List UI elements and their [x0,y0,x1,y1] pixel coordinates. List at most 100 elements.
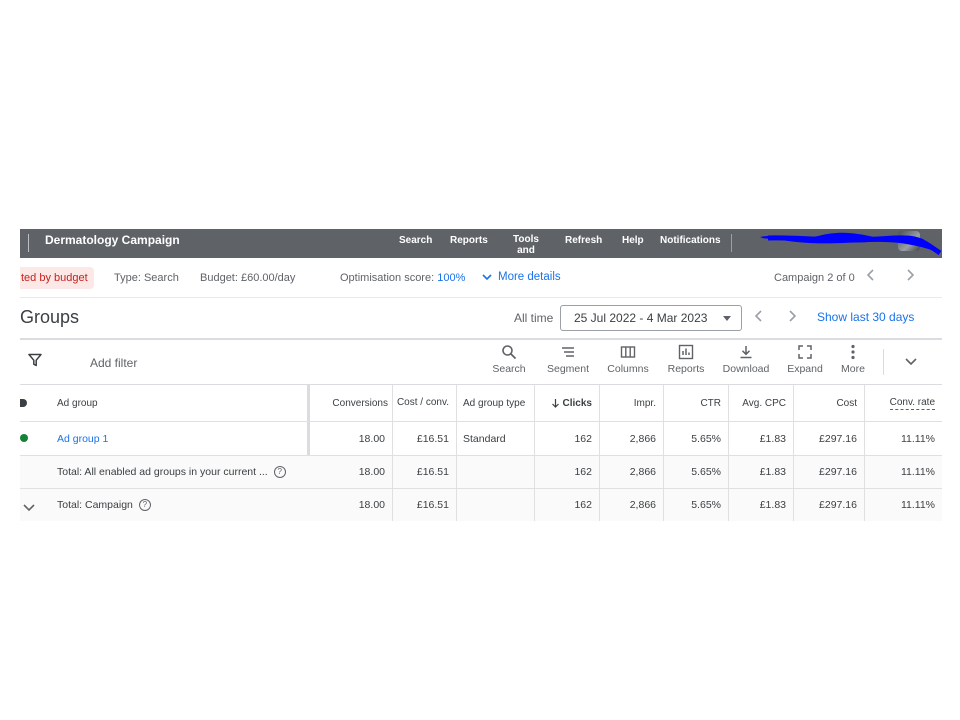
table-row[interactable]: Ad group 1 18.00 £16.51 Standard 162 2,8… [20,422,942,456]
limited-by-budget-badge[interactable]: ted by budget [20,267,94,289]
download-button[interactable]: Download [720,344,772,375]
chevron-left-icon [866,269,874,281]
campaign-title: Dermatology Campaign [45,233,180,247]
ads-screenshot: Dermatology Campaign Search Reports Tool… [20,229,942,521]
download-icon [740,346,752,359]
cell-cost-conv: £16.51 [392,456,456,488]
header-conv-rate[interactable]: Conv. rate [864,385,942,421]
expand-totals-button[interactable] [22,500,36,518]
collapse-toggle-button[interactable] [904,354,918,372]
search-icon [502,345,517,360]
table-total-row: Total: All enabled ad groups in your cur… [20,456,942,489]
table-toolbar: Add filter Search Segment Columns Report… [20,340,942,385]
segment-icon [562,347,574,357]
cell-impr: 2,866 [599,422,663,455]
header-cost[interactable]: Cost [793,385,864,421]
campaign-status-row: ted by budget Type: Search Budget: £60.0… [20,258,942,298]
chevron-down-icon [482,274,492,281]
more-details-link[interactable]: More details [482,271,561,283]
add-filter-button[interactable]: Add filter [90,356,137,370]
topbar-divider-right [731,234,732,252]
expand-button[interactable]: Expand [779,344,831,375]
cell-ad-group-type [456,456,534,488]
header-ad-group[interactable]: Ad group [57,385,307,421]
nav-tools[interactable]: Tools and [512,234,540,256]
chevron-right-icon [907,269,915,281]
search-tool-button[interactable]: Search [483,344,535,375]
cell-avg-cpc: £1.83 [728,422,793,455]
cell-cost: £297.16 [793,422,864,455]
next-campaign-button[interactable] [905,268,915,286]
enabled-status-icon[interactable] [20,434,28,442]
search-tool-label: Search [492,363,526,375]
header-conv-rate-label: Conv. rate [889,396,935,410]
header-conversions[interactable]: Conversions [326,385,392,421]
page-title: Groups [20,307,80,327]
header-cost-conv[interactable]: Cost / conv. [392,385,456,421]
more-button[interactable]: More [827,344,879,375]
cell-ad-group-type: Standard [456,422,534,455]
cell-avg-cpc: £1.83 [728,456,793,488]
date-range-picker[interactable]: 25 Jul 2022 - 4 Mar 2023 [560,305,742,331]
cell-ad-group-type [456,489,534,521]
date-range-value: 25 Jul 2022 - 4 Mar 2023 [574,311,708,325]
total-enabled-label: Total: All enabled ad groups in your cur… [57,456,307,488]
cell-clicks: 162 [534,456,599,488]
header-impr[interactable]: Impr. [599,385,663,421]
cell-ctr: 5.65% [663,456,728,488]
header-ctr[interactable]: CTR [663,385,728,421]
header-ad-group-type[interactable]: Ad group type [456,385,534,421]
cell-conversions: 18.00 [358,466,385,478]
cell-conv-rate: 11.11% [864,422,942,455]
help-icon[interactable]: ? [138,499,151,511]
next-period-button[interactable] [787,309,797,328]
toolbar-divider [883,349,884,375]
nav-help[interactable]: Help [622,235,644,246]
cell-clicks: 162 [534,422,599,455]
table-header-row: Ad group Conversions Cost / conv. Ad gro… [20,385,942,422]
nav-refresh[interactable]: Refresh [565,235,602,246]
nav-reports[interactable]: Reports [450,235,488,246]
optimisation-score-value: 100% [437,272,466,284]
nav-search[interactable]: Search [399,235,432,246]
campaign-type: Type: Search [114,272,179,284]
columns-button[interactable]: Columns [602,344,654,375]
show-last-30-days-link[interactable]: Show last 30 days [817,310,914,324]
header-clicks[interactable]: Clicks [534,385,599,421]
more-label: More [841,363,865,375]
more-details-label: More details [498,271,561,283]
reports-button[interactable]: Reports [660,344,712,375]
filter-icon[interactable] [28,353,42,367]
more-vert-icon [851,344,855,360]
previous-period-button[interactable] [754,309,764,328]
expand-label: Expand [787,363,823,375]
date-preset-label: All time [514,311,554,325]
page-header: Groups All time 25 Jul 2022 - 4 Mar 2023… [20,298,942,340]
chevron-right-icon [789,310,797,322]
table-total-row: Total: Campaign? 18.00 £16.51 162 2,866 … [20,489,942,521]
cell-ctr: 5.65% [663,422,728,455]
segment-button[interactable]: Segment [542,344,594,375]
redaction-scribble [760,232,942,256]
header-avg-cpc[interactable]: Avg. CPC [728,385,793,421]
columns-icon [620,346,636,358]
optimisation-score[interactable]: Optimisation score: 100% [340,272,465,284]
optimisation-score-label: Optimisation score: [340,272,435,284]
download-label: Download [722,363,770,375]
nav-notifications[interactable]: Notifications [660,235,721,246]
previous-campaign-button[interactable] [866,268,876,286]
total-enabled-text: Total: All enabled ad groups in your cur… [57,466,268,478]
reports-label: Reports [667,363,705,375]
help-icon[interactable]: ? [273,466,286,478]
cell-clicks: 162 [534,489,599,521]
cell-conversions: 18.00 [358,432,385,445]
campaign-position: Campaign 2 of 0 [774,272,855,284]
cell-cost: £297.16 [793,456,864,488]
campaign-budget[interactable]: Budget: £60.00/day [200,272,295,284]
total-campaign-label: Total: Campaign? [57,489,307,521]
status-column-icon [20,399,27,407]
caret-down-icon [723,316,731,321]
nav-tools-label: Tools and [513,234,539,256]
ad-group-name-link[interactable]: Ad group 1 [57,422,307,455]
chevron-down-icon [23,504,35,512]
